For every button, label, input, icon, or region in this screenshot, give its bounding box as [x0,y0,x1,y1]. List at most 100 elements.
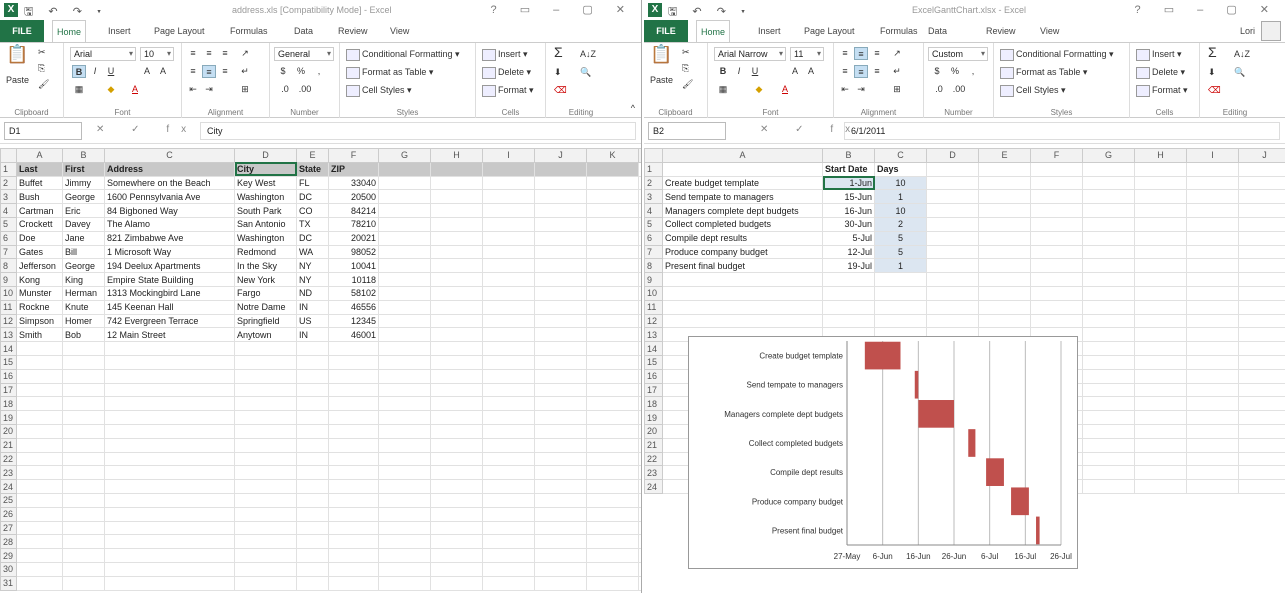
format-as-table-button[interactable]: Format as Table ▾ [346,65,433,79]
row-header[interactable]: 17 [0,382,17,398]
cell[interactable] [638,299,641,315]
cell[interactable]: Notre Dame [234,299,297,315]
cell[interactable] [822,313,875,329]
cell[interactable] [296,451,329,467]
collapse-ribbon-icon[interactable]: ^ [631,101,635,115]
cell[interactable] [926,285,979,301]
cell[interactable] [430,479,483,494]
cell[interactable] [1186,451,1239,467]
copy-icon[interactable]: ⎘ [682,61,689,75]
cell[interactable] [534,272,587,287]
cell[interactable] [378,548,431,563]
cell[interactable] [586,203,639,218]
cell[interactable] [296,396,329,412]
column-header[interactable]: D [926,148,979,163]
cell[interactable] [874,285,927,301]
cell[interactable] [586,506,639,522]
row-header[interactable]: 18 [644,396,663,412]
cell[interactable] [16,479,63,494]
cell[interactable] [378,465,431,481]
cell[interactable] [1030,313,1083,329]
cell[interactable] [978,189,1031,205]
cell[interactable] [104,492,235,508]
format-button[interactable]: Format ▾ [482,83,534,97]
cell[interactable] [1134,272,1187,287]
cell[interactable] [16,410,63,425]
window-controls[interactable]: ? ▭ – ▢ ✕ [491,3,635,16]
cell[interactable] [1030,258,1083,274]
cell[interactable] [638,465,641,481]
cell[interactable] [234,520,297,536]
cell[interactable] [482,341,535,356]
cell[interactable]: 30-Jun [822,216,875,232]
row-header[interactable]: 23 [644,465,663,481]
cell[interactable] [874,299,927,315]
cell[interactable] [1082,285,1135,301]
cell[interactable] [482,203,535,218]
cell[interactable]: 5-Jul [822,230,875,246]
cell[interactable] [586,313,639,329]
column-header[interactable]: I [482,148,535,163]
cell[interactable] [296,354,329,370]
cell[interactable] [1238,230,1285,246]
cell[interactable] [1238,189,1285,205]
column-header[interactable]: J [534,148,587,163]
cell[interactable] [328,437,379,453]
gantt-bar[interactable] [986,458,1004,486]
increase-decimal-icon[interactable]: .0 [278,83,292,96]
cell[interactable] [430,272,483,287]
cell[interactable] [430,520,483,536]
cell[interactable] [586,285,639,301]
cell[interactable] [16,341,63,356]
cell[interactable]: 15-Jun [822,189,875,205]
cell[interactable] [296,437,329,453]
cell[interactable] [378,506,431,522]
cell[interactable] [378,189,431,205]
row-header[interactable]: 24 [0,479,17,494]
tab-data[interactable]: Data [924,20,951,42]
cell[interactable] [926,299,979,315]
cell[interactable] [1134,341,1187,356]
cell[interactable]: Start Date [822,161,875,177]
row-header[interactable]: 2 [0,175,17,191]
cell[interactable] [430,465,483,481]
cell[interactable]: WA [296,244,329,260]
cell[interactable]: 10 [874,175,927,191]
cell[interactable] [378,327,431,343]
merge-center-icon[interactable]: ⊞ [890,83,904,96]
cell[interactable]: Create budget template [662,175,823,191]
cell[interactable] [1186,216,1239,232]
delete-button[interactable]: Delete ▾ [1136,65,1185,79]
cell[interactable] [1082,299,1135,315]
cell[interactable] [104,410,235,425]
cell[interactable] [1186,423,1239,439]
cell[interactable]: 2 [874,216,927,232]
cell[interactable] [482,423,535,439]
cell[interactable] [482,216,535,232]
cell[interactable] [638,534,641,550]
tab-file[interactable]: FILE [644,20,688,42]
font-size-combo[interactable]: 11 [790,47,824,61]
cell[interactable] [638,506,641,522]
cell[interactable]: DC [296,230,329,246]
cell[interactable]: Kong [16,272,63,287]
row-header[interactable]: 13 [0,327,17,343]
cell[interactable]: 10041 [328,258,379,274]
cell[interactable]: Present final budget [662,258,823,274]
cell[interactable] [1134,161,1187,177]
cell[interactable] [822,272,875,287]
cell[interactable] [1238,313,1285,329]
cell[interactable] [234,396,297,412]
cell[interactable] [534,492,587,508]
cell[interactable] [482,548,535,563]
cell[interactable]: Jane [62,230,105,246]
cell[interactable] [378,382,431,398]
cell[interactable] [234,465,297,481]
clear-icon[interactable]: ⌫ [554,83,567,97]
tab-formulas[interactable]: Formulas [876,20,922,42]
cell[interactable] [822,299,875,315]
cell[interactable] [234,382,297,398]
cell[interactable] [234,437,297,453]
cell[interactable] [978,203,1031,218]
format-painter-icon[interactable]: 🖌 [682,77,693,91]
